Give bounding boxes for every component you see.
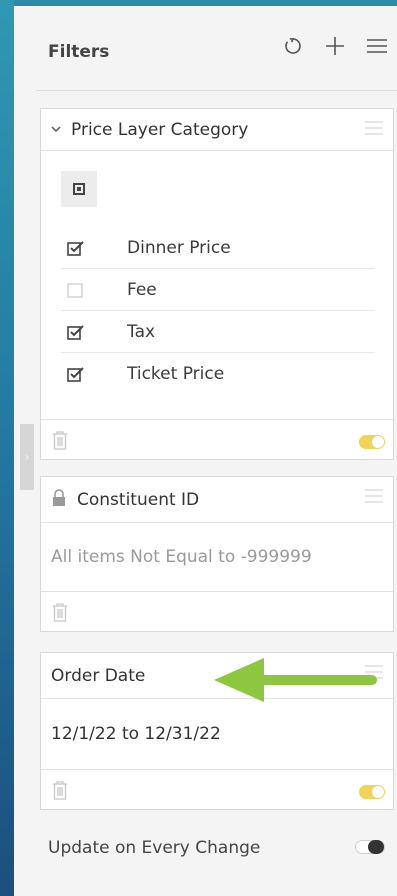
update-on-change-toggle[interactable] <box>355 840 385 854</box>
select-all-checkbox[interactable] <box>61 171 97 207</box>
add-icon[interactable] <box>323 34 347 58</box>
filter-summary: All items Not Equal to -999999 <box>51 547 312 567</box>
option-label: Dinner Price <box>127 237 231 258</box>
option-label: Fee <box>127 279 157 300</box>
option-label: Tax <box>127 321 156 342</box>
filter-summary: 12/1/22 to 12/31/22 <box>51 724 221 744</box>
reset-icon[interactable] <box>281 34 305 58</box>
filter-card-title: Price Layer Category <box>71 119 249 140</box>
option-label: Ticket Price <box>127 364 225 384</box>
filter-card-constituent-id: Constituent ID All items Not Equal to -9… <box>40 476 394 632</box>
filters-header: Filters <box>36 22 397 82</box>
drag-handle-icon[interactable] <box>365 489 383 503</box>
filter-card-header[interactable]: Constituent ID <box>41 477 393 523</box>
list-item[interactable]: Ticket Price <box>61 353 375 395</box>
trash-icon[interactable] <box>51 602 71 624</box>
filter-summary-row[interactable]: All items Not Equal to -999999 <box>41 523 393 591</box>
trash-icon[interactable] <box>51 780 71 802</box>
filter-enabled-toggle[interactable] <box>359 435 385 449</box>
annotation-arrow-icon <box>214 658 377 702</box>
trash-icon[interactable] <box>51 430 71 452</box>
list-item[interactable]: Tax <box>61 311 375 353</box>
checkbox-checked-icon[interactable] <box>61 324 91 340</box>
lock-icon <box>51 488 67 511</box>
filter-card-footer <box>41 419 393 459</box>
filter-card-price-layer-category: Price Layer Category Dinner Price Fee Ta… <box>40 108 394 460</box>
drag-handle-icon[interactable] <box>365 121 383 135</box>
filter-card-title: Constituent ID <box>77 489 200 510</box>
filters-title: Filters <box>48 42 110 62</box>
filter-card-title: Order Date <box>51 665 146 686</box>
checkbox-unchecked-icon[interactable] <box>61 282 91 298</box>
filter-card-footer <box>41 769 393 809</box>
update-on-change-row: Update on Every Change <box>36 822 397 874</box>
filter-enabled-toggle[interactable] <box>359 785 385 799</box>
filter-card-footer <box>41 591 393 631</box>
background-strip <box>0 0 14 896</box>
update-on-change-label: Update on Every Change <box>48 838 261 858</box>
list-item[interactable]: Fee <box>61 269 375 311</box>
option-list: Dinner Price Fee Tax Ticket Price <box>61 227 375 395</box>
chevron-down-icon[interactable] <box>51 122 61 136</box>
header-divider <box>36 90 397 91</box>
menu-icon[interactable] <box>365 34 389 58</box>
list-item[interactable]: Dinner Price <box>61 227 375 269</box>
filter-summary-row[interactable]: 12/1/22 to 12/31/22 <box>41 699 393 769</box>
checkbox-checked-icon[interactable] <box>61 366 91 382</box>
panel-collapse-handle[interactable]: › <box>20 424 34 490</box>
filter-card-header[interactable]: Price Layer Category <box>41 109 393 151</box>
checkbox-checked-icon[interactable] <box>61 240 91 256</box>
